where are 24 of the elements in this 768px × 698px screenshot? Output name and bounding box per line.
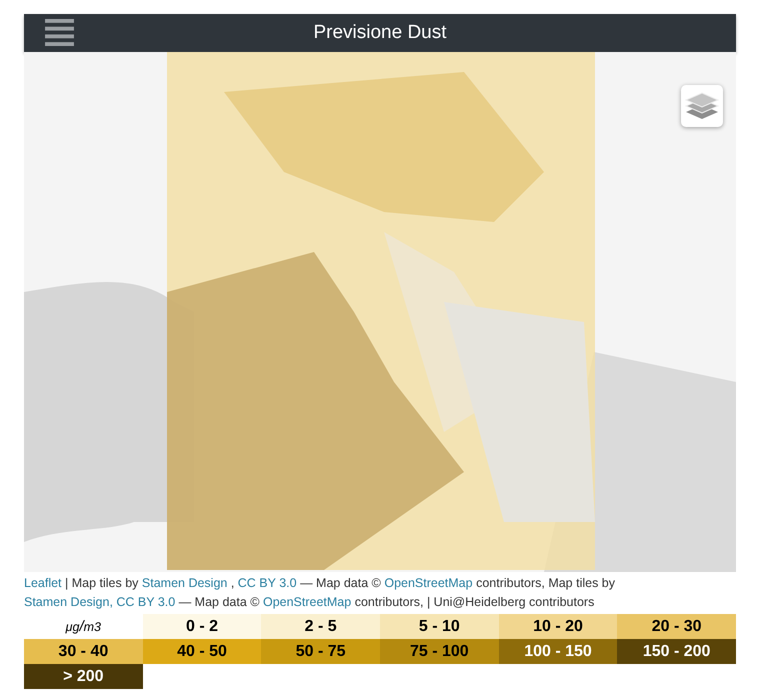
legend-class: 30 - 40: [24, 639, 143, 664]
attribution-link[interactable]: Leaflet: [24, 576, 62, 590]
legend-class: 40 - 50: [142, 639, 262, 664]
attribution-text: Leaflet | Map tiles by Stamen Design , CC BY 3.0 — Map data © OpenStreetMap contributors, Map tiles by Stamen Design, CC BY 3.0 — Map data © OpenStreetMap contributors, | Uni@Heidelberg contributors: [24, 575, 616, 611]
legend-class: 75 - 100: [380, 639, 499, 664]
legend-class: > 200: [24, 664, 143, 689]
layers-icon: [685, 91, 719, 121]
legend-class: 100 - 150: [498, 639, 618, 664]
legend-class: 10 - 20: [498, 614, 618, 639]
legend-class: 0 - 2: [142, 614, 262, 639]
map-drawing[interactable]: [24, 52, 736, 572]
menu-icon[interactable]: [45, 19, 74, 46]
legend-class: 5 - 10: [380, 614, 499, 639]
legend-class: 50 - 75: [261, 639, 380, 664]
attribution-link[interactable]: Stamen Design, CC BY 3.0: [24, 595, 176, 609]
attribution-link[interactable]: CC BY 3.0: [238, 576, 297, 590]
attribution-link[interactable]: OpenStreetMap: [384, 576, 473, 590]
legend-class: 150 - 200: [617, 639, 736, 664]
attribution-link[interactable]: Stamen Design: [142, 576, 228, 590]
legend-class: 20 - 30: [617, 614, 736, 639]
layers-button[interactable]: [681, 85, 723, 127]
attribution-link[interactable]: OpenStreetMap: [262, 595, 352, 609]
legend-class: 2 - 5: [261, 614, 380, 639]
header-title: Previsione Dust: [313, 22, 447, 44]
